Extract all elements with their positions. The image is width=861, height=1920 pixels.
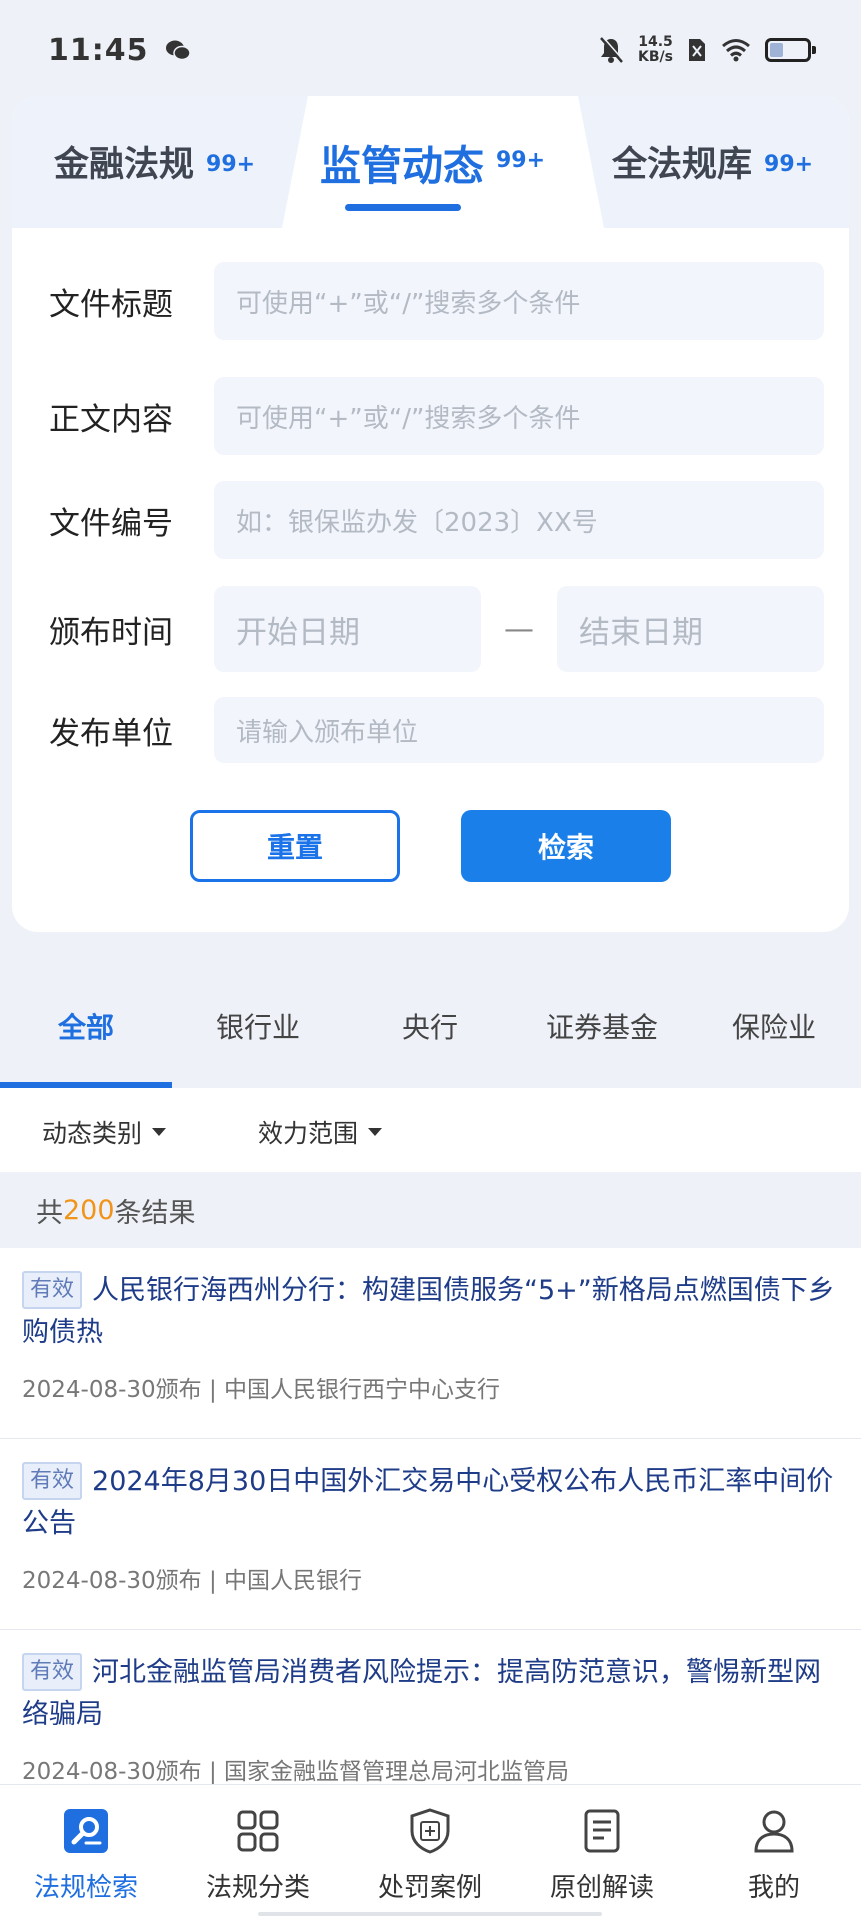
category-insurance[interactable]: 保险业	[688, 1006, 860, 1046]
filter-bar: 动态类别 效力范围	[0, 1088, 861, 1172]
news-type-filter[interactable]: 动态类别	[42, 1114, 167, 1150]
date-label: 颁布时间	[49, 614, 173, 651]
bottom-nav: 法规检索 法规分类 处罚案例 原创解读 我的	[0, 1784, 861, 1920]
content-label: 正文内容	[49, 401, 173, 438]
status-badge: 有效	[22, 1271, 83, 1309]
nav-original-analysis[interactable]: 原创解读	[516, 1807, 688, 1904]
status-bar: 11:45 14.5 KB/s	[0, 0, 861, 100]
item-meta: 2024-08-30颁布 | 中国人民银行西宁中心支行	[22, 1377, 501, 1403]
nav-law-search[interactable]: 法规检索	[0, 1807, 172, 1904]
user-icon	[754, 1810, 794, 1853]
document-icon	[584, 1809, 620, 1853]
result-count: 共 200 条结果	[0, 1172, 861, 1248]
tab-all-regulations[interactable]: 全法规库 99+	[612, 136, 813, 187]
result-count-number: 200	[63, 1194, 115, 1226]
nav-mine[interactable]: 我的	[688, 1807, 860, 1904]
active-tab-indicator	[345, 204, 461, 211]
start-date-input[interactable]: 开始日期	[214, 586, 481, 672]
category-securities-funds[interactable]: 证券基金	[516, 1006, 688, 1046]
content-input[interactable]: 可使用“+”或“/”搜索多个条件	[214, 377, 824, 455]
network-speed: 14.5 KB/s	[638, 34, 673, 65]
reset-button[interactable]: 重置	[190, 810, 400, 882]
wechat-icon	[165, 40, 191, 61]
search-card: 金融法规 99+ 监管动态 99+ 全法规库 99+ 文件标题 可使用“+”或“…	[12, 96, 849, 932]
tab-financial-regulations[interactable]: 金融法规 99+	[54, 136, 255, 187]
mute-bell-icon	[600, 36, 625, 63]
law-search-icon	[64, 1809, 108, 1853]
tab-regulatory-news[interactable]: 监管动态 99+	[320, 132, 545, 192]
nav-law-categories[interactable]: 法规分类	[172, 1807, 344, 1904]
status-badge: 有效	[22, 1653, 83, 1691]
number-row: 文件编号 如：银保监办发〔2023〕XX号	[49, 481, 824, 559]
search-type-tabs: 金融法规 99+ 监管动态 99+ 全法规库 99+	[12, 96, 849, 228]
item-meta: 2024-08-30颁布 | 中国人民银行	[22, 1568, 363, 1594]
date-row: 颁布时间 开始日期 — 结束日期	[49, 586, 824, 672]
unit-label: 发布单位	[49, 715, 173, 752]
tab-count-badge: 99+	[496, 148, 546, 173]
tab-count-badge: 99+	[206, 152, 256, 177]
document-number-input[interactable]: 如：银保监办发〔2023〕XX号	[214, 481, 824, 559]
tab-count-badge: 99+	[764, 152, 814, 177]
item-meta: 2024-08-30颁布 | 国家金融监督管理总局河北监管局	[22, 1759, 570, 1784]
effect-scope-filter[interactable]: 效力范围	[258, 1114, 383, 1150]
category-banking[interactable]: 银行业	[172, 1006, 344, 1046]
item-title: 河北金融监管局消费者风险提示：提高防范意识，警惕新型网络骗局	[22, 1657, 822, 1730]
item-title: 人民银行海西州分行：构建国债服务“5+”新格局点燃国债下乡购债热	[22, 1275, 835, 1348]
home-indicator	[258, 1912, 602, 1916]
battery-icon	[765, 38, 816, 62]
sim-blocked-icon	[689, 39, 705, 61]
grid-category-icon	[237, 1810, 279, 1852]
penalty-shield-icon	[410, 1808, 450, 1854]
caret-down-icon	[368, 1128, 383, 1136]
list-item[interactable]: 有效 人民银行海西州分行：构建国债服务“5+”新格局点燃国债下乡购债热 2024-…	[0, 1248, 861, 1439]
publisher-input[interactable]: 请输入颁布单位	[214, 697, 824, 763]
title-input[interactable]: 可使用“+”或“/”搜索多个条件	[214, 262, 824, 340]
category-central-bank[interactable]: 央行	[344, 1006, 516, 1046]
result-list: 有效 人民银行海西州分行：构建国债服务“5+”新格局点燃国债下乡购债热 2024-…	[0, 1248, 861, 1784]
list-item[interactable]: 有效 2024年8月30日中国外汇交易中心受权公布人民币汇率中间价公告 2024-…	[0, 1439, 861, 1630]
date-separator: —	[504, 611, 534, 647]
caret-down-icon	[152, 1128, 167, 1136]
category-all[interactable]: 全部	[0, 1006, 172, 1046]
number-label: 文件编号	[49, 505, 173, 542]
nav-penalty-cases[interactable]: 处罚案例	[344, 1807, 516, 1904]
search-button[interactable]: 检索	[461, 810, 671, 882]
list-item[interactable]: 有效 河北金融监管局消费者风险提示：提高防范意识，警惕新型网络骗局 2024-08…	[0, 1630, 861, 1784]
title-row: 文件标题 可使用“+”或“/”搜索多个条件	[49, 262, 824, 340]
title-label: 文件标题	[49, 286, 173, 323]
end-date-input[interactable]: 结束日期	[557, 586, 824, 672]
item-title: 2024年8月30日中国外汇交易中心受权公布人民币汇率中间价公告	[22, 1466, 834, 1539]
status-time: 11:45	[48, 32, 149, 68]
wifi-icon	[722, 39, 750, 62]
category-tabs: 全部 银行业 央行 证券基金 保险业	[0, 968, 861, 1088]
content-row: 正文内容 可使用“+”或“/”搜索多个条件	[49, 377, 824, 455]
status-badge: 有效	[22, 1462, 83, 1500]
unit-row: 发布单位 请输入颁布单位	[49, 697, 824, 763]
